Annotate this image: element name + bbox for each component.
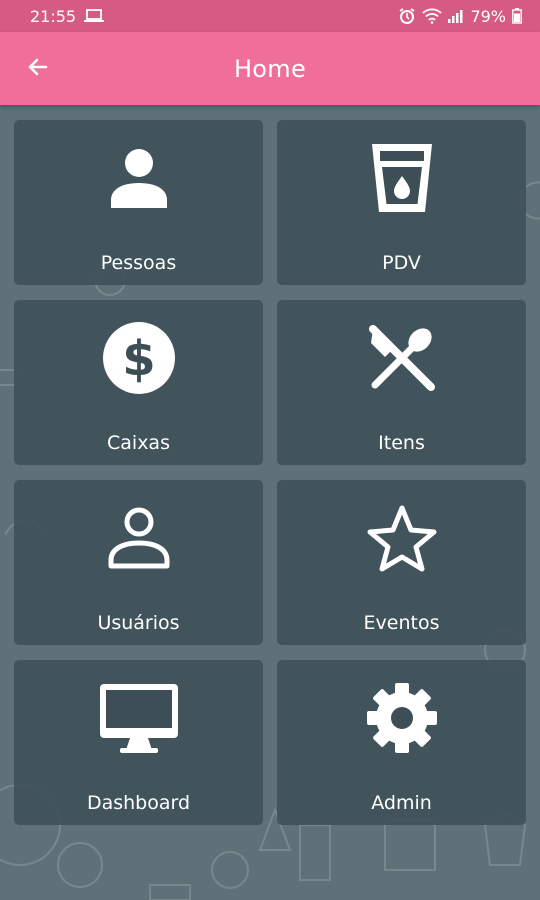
tile-dashboard[interactable]: Dashboard [14, 660, 263, 825]
status-right: 79% [398, 7, 522, 26]
tile-label: Caixas [107, 432, 170, 454]
wifi-icon [422, 8, 443, 24]
status-left: 21:55 [30, 6, 105, 26]
laptop-icon [84, 9, 105, 23]
tile-admin[interactable]: Admin [277, 660, 526, 825]
battery-icon [512, 8, 522, 24]
page-title: Home [233, 54, 307, 83]
tile-label: Eventos [363, 612, 440, 634]
monitor-icon [94, 682, 184, 754]
app-bar: Home [0, 32, 540, 105]
status-bar: 21:55 79% [0, 0, 540, 32]
menu-grid: Pessoas PDV $ Caixas Itens Usuários Even… [14, 120, 526, 825]
tile-label: PDV [382, 252, 421, 274]
tile-label: Pessoas [100, 252, 177, 274]
signal-icon [448, 9, 464, 23]
cutlery-icon [357, 322, 447, 394]
arrow-left-icon [26, 55, 50, 83]
tile-pdv[interactable]: PDV [277, 120, 526, 285]
person-icon [94, 142, 184, 214]
back-button[interactable] [22, 53, 54, 85]
tile-label: Admin [371, 792, 432, 814]
svg-text:$: $ [122, 331, 155, 387]
tile-usuarios[interactable]: Usuários [14, 480, 263, 645]
alarm-icon [398, 7, 416, 25]
tile-eventos[interactable]: Eventos [277, 480, 526, 645]
dollar-coin-icon: $ [94, 322, 184, 394]
tile-caixas[interactable]: $ Caixas [14, 300, 263, 465]
star-outline-icon [357, 502, 447, 574]
tile-label: Itens [378, 432, 425, 454]
tile-itens[interactable]: Itens [277, 300, 526, 465]
gear-icon [357, 682, 447, 754]
battery-percent: 79% [470, 6, 506, 26]
user-outline-icon [94, 502, 184, 574]
tile-pessoas[interactable]: Pessoas [14, 120, 263, 285]
tile-label: Usuários [97, 612, 180, 634]
cup-icon [357, 142, 447, 214]
tile-label: Dashboard [86, 792, 191, 814]
status-time: 21:55 [30, 6, 77, 26]
